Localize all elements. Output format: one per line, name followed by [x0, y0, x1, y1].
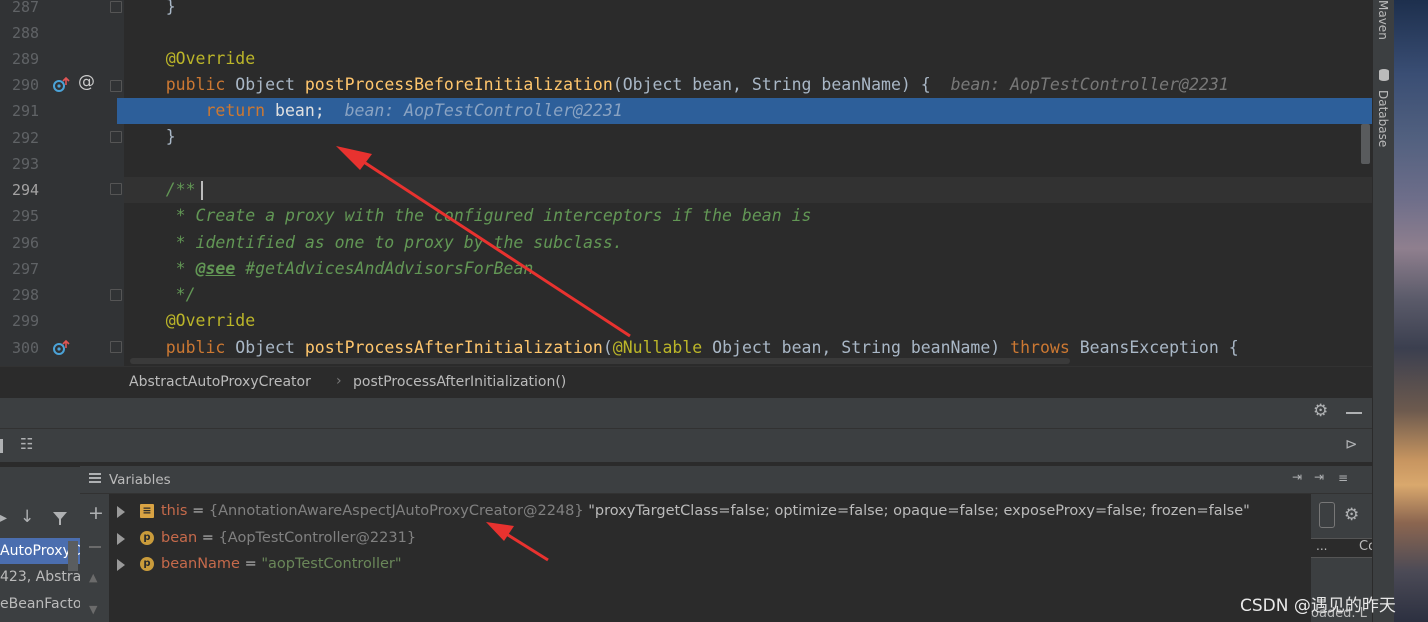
annotation-arrow-head	[486, 522, 514, 541]
annotation-arrow-head	[336, 146, 372, 170]
annotation-arrows	[336, 146, 631, 562]
annotation-arrow-line	[349, 151, 631, 338]
watermark: CSDN @遇见的昨天	[1240, 596, 1396, 616]
